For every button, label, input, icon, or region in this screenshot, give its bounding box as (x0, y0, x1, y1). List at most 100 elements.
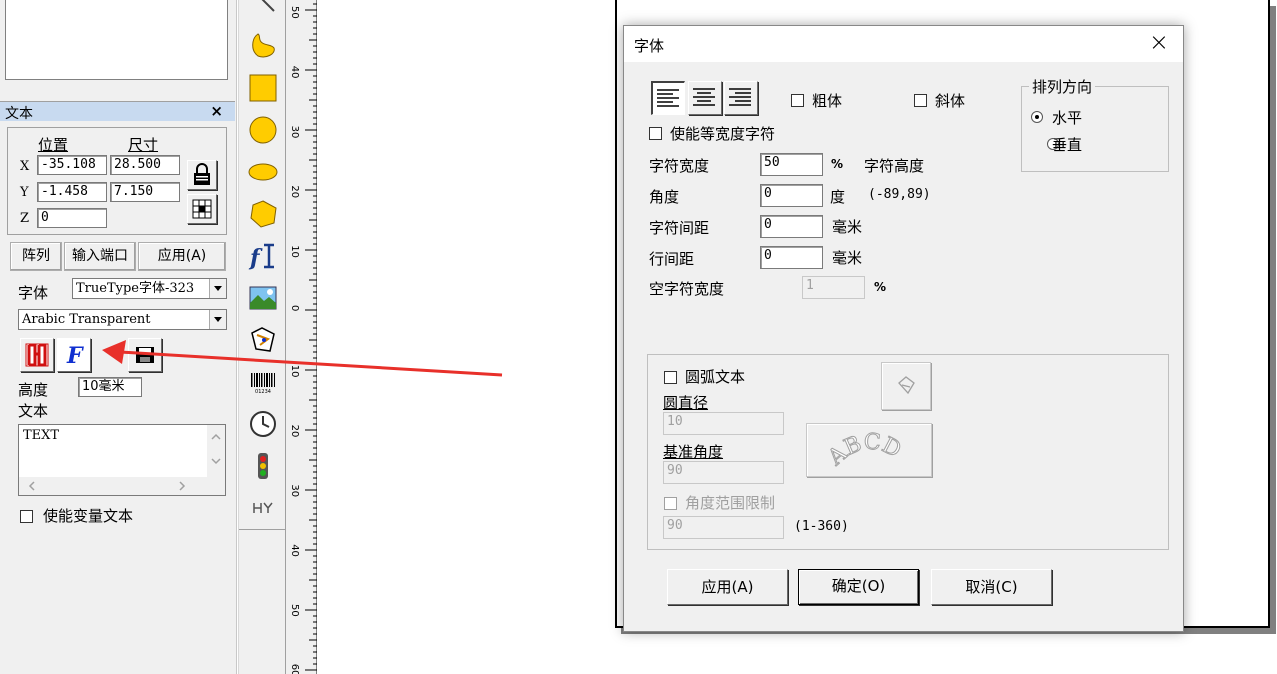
italic-checkbox[interactable] (914, 94, 927, 107)
ruler-label: 10 (289, 245, 300, 258)
angle-range: (-89,89) (868, 187, 931, 202)
align-right-button[interactable] (724, 81, 758, 115)
horizontal-scrollbar[interactable] (19, 477, 207, 495)
input-port-button[interactable]: 输入端口 (64, 242, 136, 271)
font-type-value: TrueType字体-323 (76, 281, 195, 296)
font-setting-button[interactable]: F (57, 338, 91, 372)
ruler-label: 40 (289, 544, 300, 557)
variable-text-label: 使能变量文本 (43, 507, 134, 525)
font-name-value: Arabic Transparent (22, 312, 151, 327)
anchor-point-button[interactable] (187, 194, 217, 224)
align-left-button[interactable] (651, 81, 685, 115)
scroll-corner (207, 477, 225, 495)
line-spacing-label: 行间距 (649, 250, 695, 268)
clock-icon (250, 411, 276, 437)
scroll-up-icon[interactable] (207, 428, 225, 446)
fixed-width-checkbox[interactable] (649, 127, 662, 140)
svg-text:ABCD: ABCD (823, 430, 905, 472)
ruler-label: 50 (289, 6, 300, 19)
polygon-tool[interactable] (247, 198, 279, 230)
arc-text-checkbox[interactable] (664, 371, 677, 384)
bitmap-tool[interactable] (247, 282, 279, 314)
arc-preview-graphic: ABCD (822, 429, 905, 472)
dialog-cancel-button[interactable]: 取消(C) (931, 569, 1052, 605)
ruler-label: 60 (289, 664, 300, 674)
angle-label: 角度 (649, 188, 680, 206)
arc-preview: ABCD (806, 423, 932, 477)
apply-button[interactable]: 应用(A) (138, 242, 226, 271)
bold-label: 粗体 (812, 92, 843, 110)
rectangle-icon (249, 74, 277, 102)
dialog-apply-button[interactable]: 应用(A) (667, 569, 788, 605)
scroll-down-icon[interactable] (207, 452, 225, 470)
space-width-unit: % (874, 280, 887, 294)
char-spacing-field[interactable]: 0 (760, 215, 823, 238)
arc-preview-text: ABCD (822, 429, 905, 472)
chevron-down-icon (209, 310, 226, 329)
dialog-title-bar: 字体 × (624, 26, 1183, 62)
object-list[interactable] (5, 0, 228, 80)
scroll-left-icon[interactable] (23, 477, 41, 495)
size-header: 尺寸 (128, 136, 159, 154)
diameter-field: 10 (663, 412, 784, 435)
curve-tool[interactable] (247, 29, 279, 61)
x-position-field[interactable]: -35.108 (37, 155, 107, 175)
text-panel-close-icon[interactable]: × (210, 102, 223, 120)
text-panel-title: 文本 (5, 106, 33, 122)
y-size-field[interactable]: 7.150 (110, 182, 180, 202)
dialog-close-icon[interactable]: × (1149, 28, 1169, 56)
variable-text-checkbox[interactable] (20, 510, 33, 523)
angle-limit-field: 90 (663, 516, 784, 539)
delay-tool[interactable] (247, 492, 279, 524)
font-name-select[interactable]: Arabic Transparent (18, 309, 227, 330)
x-size-field[interactable]: 28.500 (110, 155, 180, 175)
toolbar-divider (239, 529, 286, 530)
base-angle-field: 90 (663, 461, 784, 484)
curve-shape-icon (252, 33, 275, 58)
line-spacing-field[interactable]: 0 (760, 246, 823, 269)
ruler-label: 30 (289, 126, 300, 139)
z-position-field[interactable]: 0 (37, 208, 107, 228)
chevron-down-icon (209, 279, 226, 298)
array-button[interactable]: 阵列 (10, 242, 62, 271)
hershey-font-icon (25, 343, 49, 367)
direction-group-title: 排列方向 (1029, 76, 1096, 97)
ruler-label: 40 (289, 66, 300, 79)
polygon-icon (250, 200, 277, 228)
position-header: 位置 (38, 136, 69, 154)
font-type-hershey-button[interactable] (20, 338, 54, 372)
angle-limit-checkbox (664, 497, 677, 510)
scroll-right-icon[interactable] (173, 477, 191, 495)
timer-tool[interactable] (247, 408, 279, 440)
rectangle-tool[interactable] (247, 72, 279, 104)
vertical-scrollbar[interactable] (207, 425, 225, 477)
arc-settings-icon (898, 376, 915, 395)
horizontal-label: 水平 (1052, 109, 1083, 127)
angle-field[interactable]: 0 (760, 184, 823, 207)
angle-unit: 度 (830, 188, 846, 206)
image-icon (249, 286, 277, 310)
lock-aspect-button[interactable] (187, 160, 217, 190)
y-position-field[interactable]: -1.458 (37, 182, 107, 202)
font-type-select[interactable]: TrueType字体-323 (72, 278, 227, 299)
char-spacing-label: 字符间距 (649, 219, 710, 237)
text-tool[interactable]: f (247, 240, 279, 272)
char-width-unit: % (831, 157, 844, 171)
svg-text:f: f (248, 245, 263, 271)
text-content-area[interactable]: TEXT (18, 424, 226, 496)
char-width-field[interactable]: 50 (760, 153, 823, 176)
svg-text:F: F (66, 343, 84, 369)
delay-icon (253, 502, 273, 513)
char-width-label: 字符宽度 (649, 157, 710, 175)
circle-tool[interactable] (247, 114, 279, 146)
line-tool[interactable] (247, 0, 279, 20)
dialog-ok-button[interactable]: 确定(O) (798, 569, 919, 605)
bold-checkbox[interactable] (791, 94, 804, 107)
horizontal-radio[interactable] (1031, 111, 1043, 123)
io-signal-tool[interactable] (247, 450, 279, 482)
ellipse-tool[interactable] (247, 156, 279, 188)
align-center-button[interactable] (688, 81, 722, 115)
y-label: Y (20, 185, 29, 200)
italic-label: 斜体 (935, 92, 966, 110)
anchor-grid-icon (192, 199, 212, 219)
